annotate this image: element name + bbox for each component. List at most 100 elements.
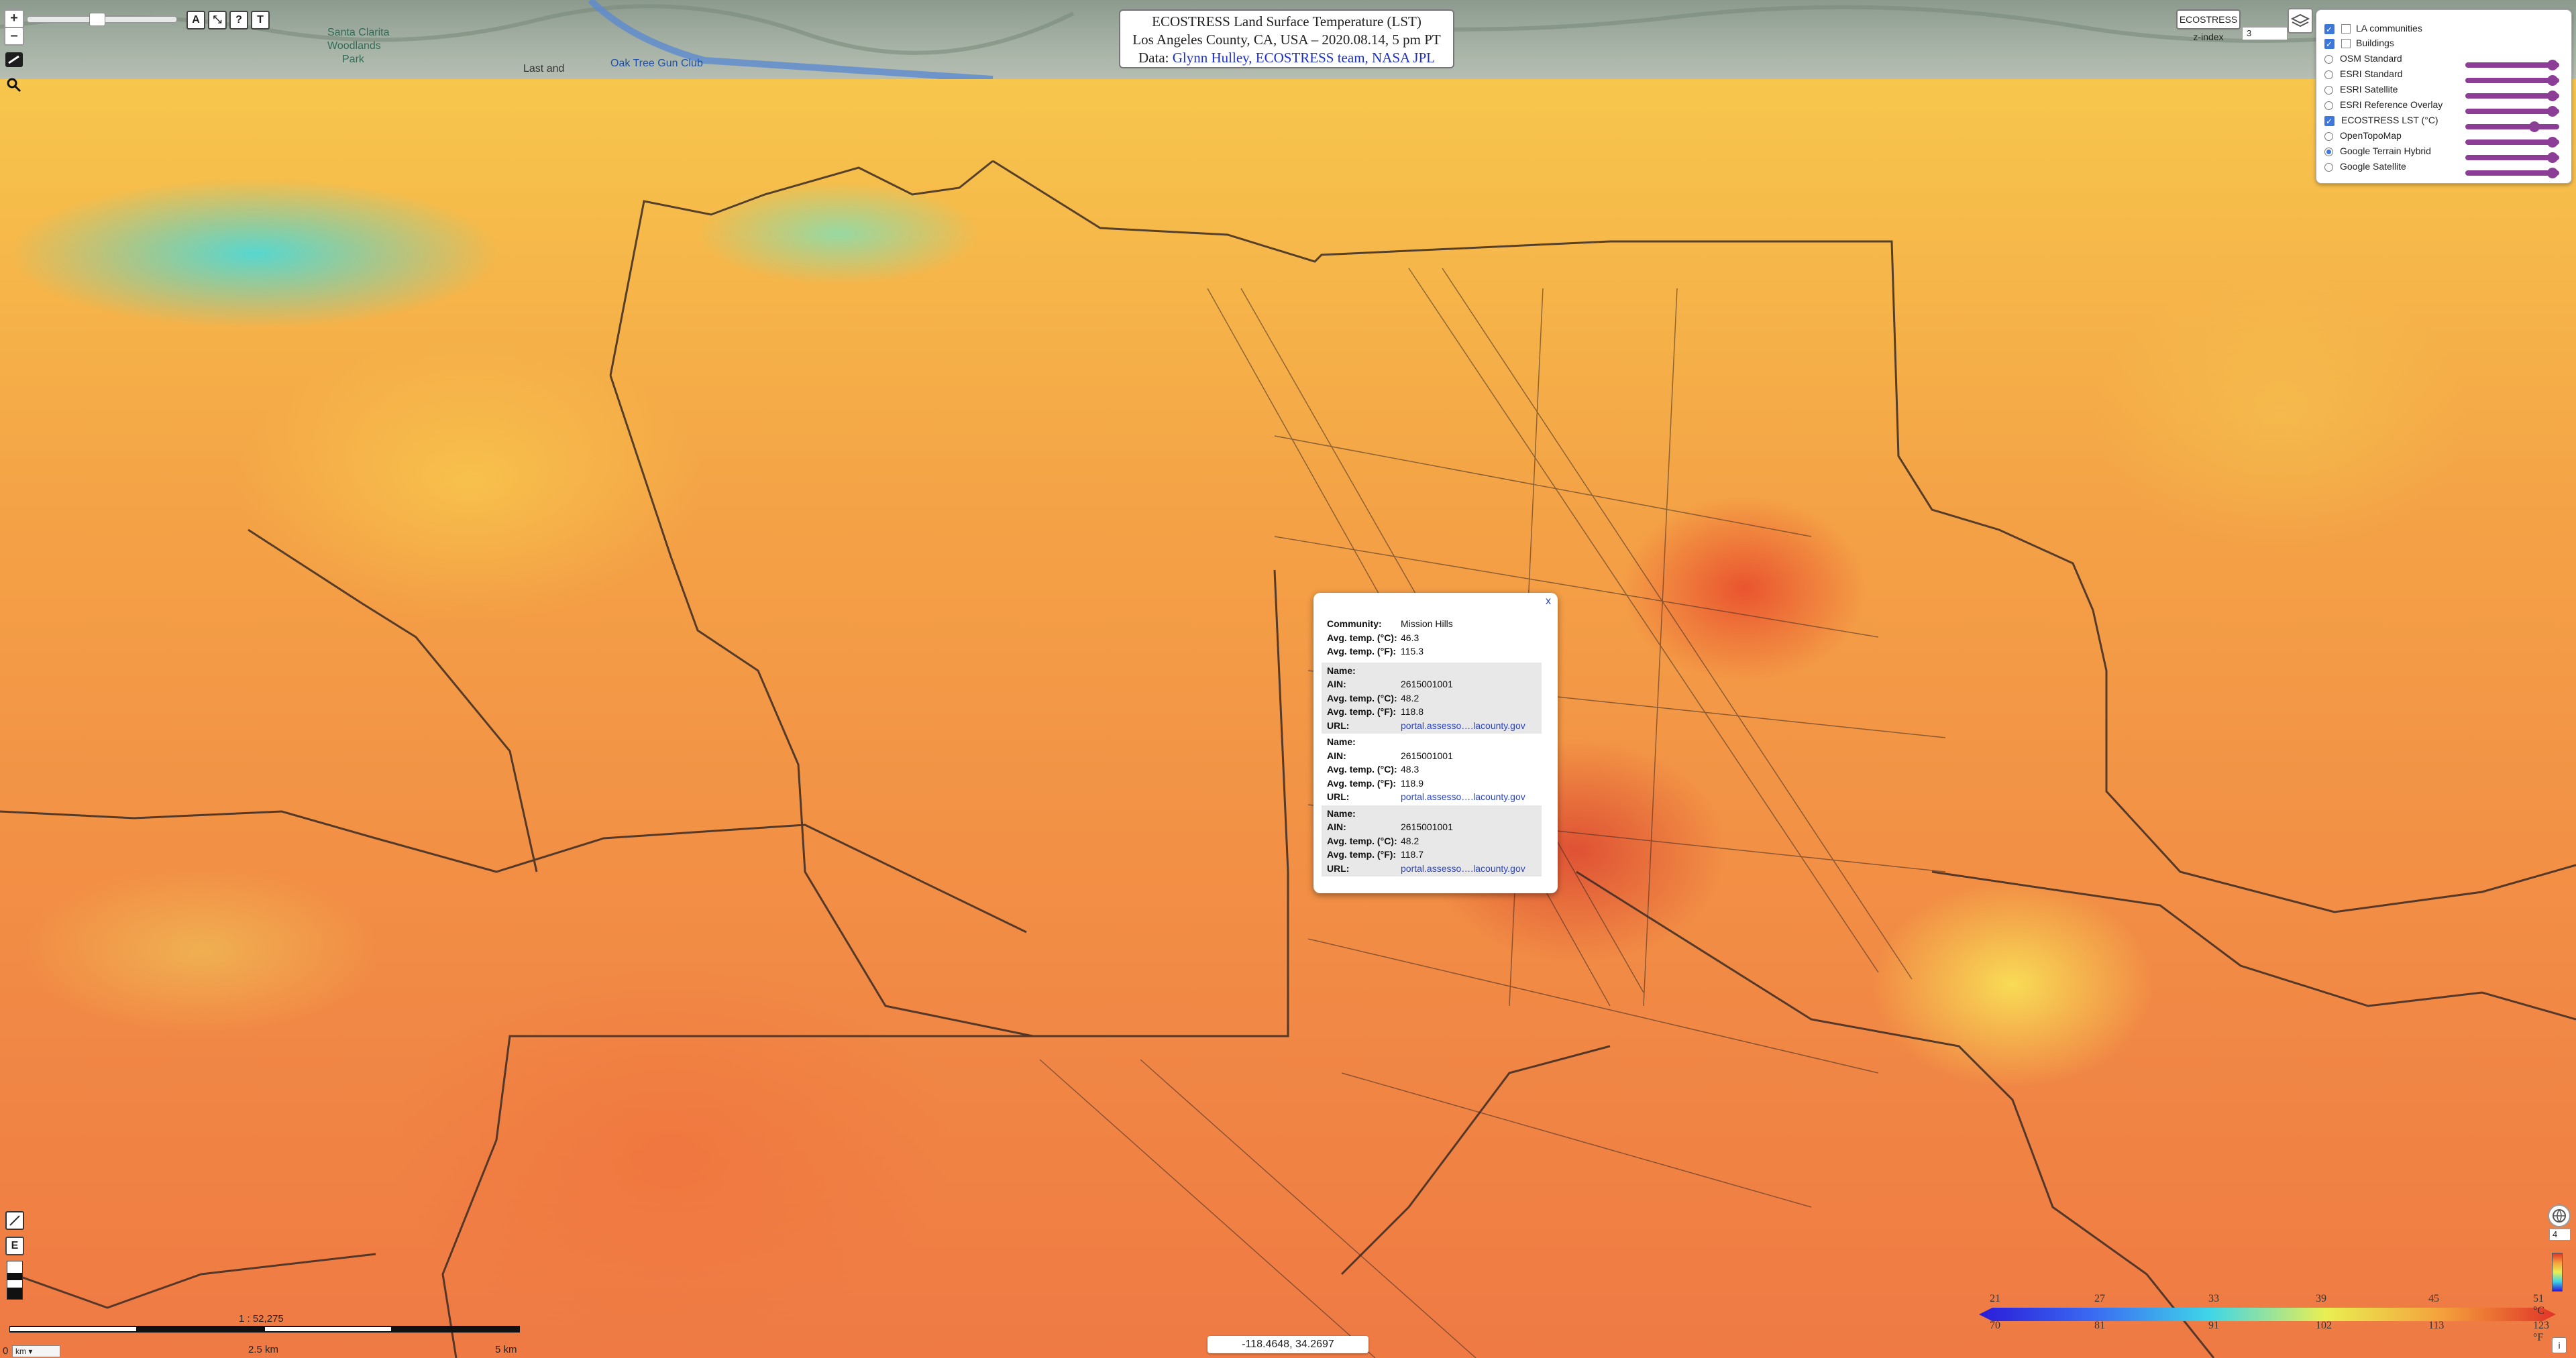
parcel-group: Name: AIN: 2615001001 Avg. temp. (°C): 48.… — [1322, 805, 1542, 876]
name-key: Name: — [1327, 807, 1356, 819]
avg-c-value: 46.3 — [1401, 632, 1419, 643]
map-canvas[interactable]: Santa Clarita Woodlands Park Oak Tree Gu… — [0, 0, 2576, 1358]
layer-label: Google Terrain Hybrid — [2340, 146, 2431, 156]
radio[interactable] — [2324, 70, 2333, 79]
bottom-right-input[interactable]: 4 — [2549, 1229, 2571, 1241]
radio[interactable] — [2324, 101, 2333, 110]
radio[interactable] — [2324, 85, 2333, 95]
opacity-slider[interactable] — [2465, 137, 2559, 148]
cursor-coordinates: -118.4648, 34.2697 — [1208, 1336, 1368, 1353]
globe-icon[interactable] — [2548, 1204, 2571, 1227]
avg-f-value: 115.3 — [1401, 646, 1424, 657]
name-key: Name: — [1327, 736, 1356, 747]
zoom-slider-knob[interactable] — [89, 13, 105, 26]
zoom-slider[interactable] — [27, 13, 177, 26]
layer-esri-standard[interactable]: ESRI Standard — [2324, 66, 2402, 81]
opacity-slider[interactable] — [2465, 91, 2559, 101]
data-source-link[interactable]: Glynn Hulley, ECOSTRESS team, NASA JPL — [1173, 50, 1435, 66]
avg-f-key: Avg. temp. (°F): — [1327, 849, 1397, 860]
radio[interactable] — [2324, 54, 2333, 64]
legend-f-1: 81 — [2094, 1320, 2105, 1331]
zoom-in-button[interactable]: + — [4, 9, 24, 28]
layer-label: ECOSTRESS LST (°C) — [2341, 115, 2438, 125]
avg-c-key: Avg. temp. (°C): — [1327, 632, 1397, 643]
avg-c-key: Avg. temp. (°C): — [1327, 764, 1397, 775]
edit-button[interactable]: E — [5, 1237, 24, 1255]
layer-esri-satellite[interactable]: ESRI Satellite — [2324, 82, 2398, 97]
opacity-slider[interactable] — [2465, 106, 2559, 117]
checkbox[interactable] — [2324, 22, 2334, 37]
scale-mid-label: 2.5 km — [248, 1344, 279, 1355]
ecostress-zindex-input[interactable]: 3 — [2242, 27, 2288, 40]
zoom-out-button[interactable]: – — [4, 27, 24, 46]
url-link[interactable]: portal.assesso….lacounty.gov — [1401, 863, 1525, 874]
layer-buildings[interactable]: Buildings — [2324, 36, 2394, 52]
community-info-popup: x Community: Mission Hills Avg. temp. (°C… — [1313, 593, 1558, 893]
opacity-slider-knob[interactable] — [2546, 75, 2558, 86]
title-line-3: Data: Glynn Hulley, ECOSTRESS team, NASA… — [1120, 49, 1453, 67]
community-key: Community: — [1327, 618, 1382, 629]
text-tool-button[interactable]: T — [251, 11, 270, 30]
opacity-slider[interactable] — [2465, 121, 2559, 132]
opacity-slider-knob[interactable] — [2546, 106, 2558, 117]
draw-line-icon[interactable] — [5, 1211, 24, 1230]
opacity-slider-knob[interactable] — [2529, 121, 2540, 132]
layer-label: Google Satellite — [2340, 161, 2406, 172]
ain-key: AIN: — [1327, 750, 1346, 761]
layer-osm-standard[interactable]: OSM Standard — [2324, 51, 2402, 66]
legend-c-1: 27 — [2094, 1293, 2105, 1304]
ain-value: 2615001001 — [1401, 750, 1453, 761]
opacity-slider[interactable] — [2465, 152, 2559, 163]
search-icon[interactable] — [5, 76, 23, 94]
opacity-slider-knob[interactable] — [2546, 168, 2558, 178]
layer-opentopomap[interactable]: OpenTopoMap — [2324, 128, 2402, 143]
legend-c-0: 21 — [1990, 1293, 2000, 1304]
layer-google-satellite[interactable]: Google Satellite — [2324, 159, 2406, 174]
tool-a-button[interactable]: A — [186, 11, 205, 30]
parcel-group: Name: AIN: 2615001001 Avg. temp. (°C): 48.… — [1322, 662, 1542, 734]
scale-unit-select[interactable]: km ▾ — [12, 1345, 60, 1357]
radio[interactable] — [2324, 162, 2333, 172]
ain-key: AIN: — [1327, 822, 1346, 832]
layer-opacity-bars[interactable] — [7, 1261, 23, 1300]
avg-f-key: Avg. temp. (°F): — [1327, 646, 1397, 657]
layer-ecostress-lst[interactable]: ECOSTRESS LST (°C) — [2324, 113, 2438, 129]
info-icon[interactable]: i — [2552, 1337, 2567, 1353]
avg-c-key: Avg. temp. (°C): — [1327, 835, 1397, 846]
opacity-slider[interactable] — [2465, 75, 2559, 86]
opacity-slider-knob[interactable] — [2546, 91, 2558, 101]
avg-c-value: 48.2 — [1401, 692, 1419, 703]
layer-switcher-panel: LA communities Buildings OSM Standard ES… — [2316, 9, 2572, 184]
ain-value: 2615001001 — [1401, 679, 1453, 689]
measure-icon[interactable] — [5, 52, 23, 67]
opacity-slider[interactable] — [2465, 168, 2559, 178]
avg-f-value: 118.9 — [1401, 777, 1424, 789]
legend-c-4: 45 — [2428, 1293, 2439, 1304]
checkbox[interactable] — [2324, 37, 2334, 52]
radio[interactable] — [2324, 131, 2333, 141]
layer-label: ESRI Satellite — [2340, 84, 2398, 95]
layer-esri-reference-overlay[interactable]: ESRI Reference Overlay — [2324, 97, 2443, 112]
layers-icon[interactable] — [2288, 8, 2313, 34]
opacity-slider[interactable] — [2465, 60, 2559, 70]
checkbox[interactable] — [2324, 114, 2334, 129]
url-link[interactable]: portal.assesso….lacounty.gov — [1401, 791, 1525, 802]
ain-key: AIN: — [1327, 679, 1346, 689]
fullscreen-button[interactable]: ⤡ — [208, 11, 227, 30]
url-key: URL: — [1327, 791, 1350, 802]
url-link[interactable]: portal.assesso….lacounty.gov — [1401, 720, 1525, 731]
avg-f-value: 118.7 — [1401, 849, 1424, 860]
ain-value: 2615001001 — [1401, 822, 1453, 832]
help-button[interactable]: ? — [229, 11, 248, 30]
layer-google-terrain-hybrid[interactable]: Google Terrain Hybrid — [2324, 144, 2431, 158]
opacity-slider-knob[interactable] — [2546, 152, 2558, 163]
layer-la-communities[interactable]: LA communities — [2324, 21, 2422, 37]
opacity-slider-knob[interactable] — [2546, 60, 2558, 70]
popup-close-button[interactable]: x — [1546, 596, 1551, 608]
community-boundaries — [0, 160, 2576, 1358]
radio[interactable] — [2324, 147, 2333, 156]
ecostress-zindex-label: ECOSTRESS z-index — [2176, 9, 2241, 42]
legend-c-3: 39 — [2316, 1293, 2326, 1304]
legend-f-0: 70 — [1990, 1320, 2000, 1331]
opacity-slider-knob[interactable] — [2546, 137, 2558, 148]
